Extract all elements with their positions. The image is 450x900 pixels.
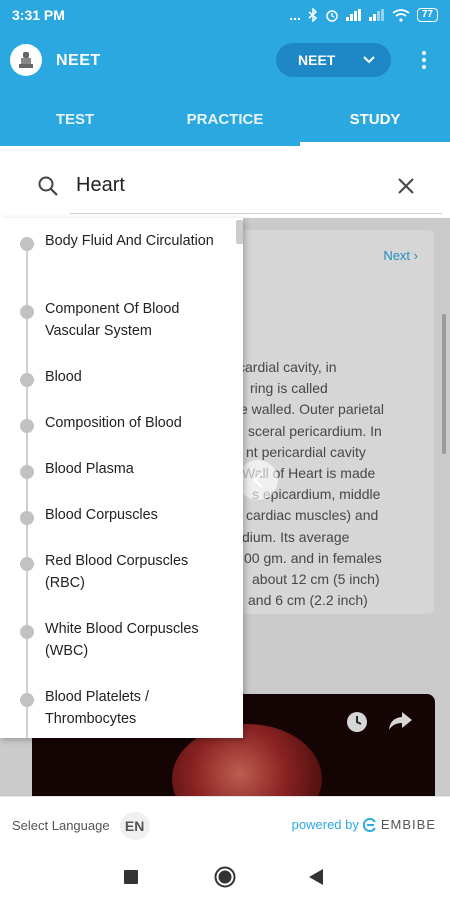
timeline-dot	[20, 237, 34, 251]
system-nav-bar	[0, 854, 450, 900]
home-icon[interactable]	[214, 866, 236, 888]
topic-label: Red Blood Corpuscles (RBC)	[45, 553, 189, 591]
timeline-dot	[20, 373, 34, 387]
app-logo	[10, 44, 42, 76]
language-button[interactable]: EN	[119, 811, 150, 840]
status-icons: ... 77	[289, 7, 438, 23]
topic-label: Body Fluid And Circulation	[45, 233, 214, 249]
embibe-logo-icon	[362, 817, 376, 832]
topic-label: White Blood Corpuscles (WBC)	[45, 621, 199, 659]
tab-practice[interactable]: PRACTICE	[150, 100, 300, 146]
chevron-down-icon	[363, 56, 375, 64]
more-options-icon[interactable]	[414, 48, 434, 72]
alarm-icon	[326, 10, 338, 22]
recents-icon[interactable]	[124, 870, 138, 884]
search-input[interactable]: Heart	[76, 174, 125, 197]
timeline-dot	[20, 557, 34, 571]
status-time: 3:31 PM	[12, 7, 65, 23]
wifi-icon	[392, 8, 410, 22]
timeline-dot	[20, 419, 34, 433]
bluetooth-icon	[308, 8, 317, 22]
cell-signal-icon	[345, 9, 361, 21]
back-icon[interactable]	[308, 868, 324, 886]
topic-label: Blood Plasma	[45, 461, 134, 477]
powered-by: powered by EMBIBE	[292, 817, 436, 832]
search-bar: Heart	[0, 160, 450, 216]
close-icon[interactable]	[396, 176, 416, 196]
topic-label: Composition of Blood	[45, 415, 182, 431]
chevron-left-icon	[253, 472, 263, 488]
app-header: NEET NEET TEST PRACTICE STUDY	[0, 30, 450, 146]
exam-dropdown-value: NEET	[298, 52, 336, 68]
timeline-dot	[20, 625, 34, 639]
topic-label: Blood Platelets / Thrombocytes	[45, 689, 149, 727]
main-tabs: TEST PRACTICE STUDY	[0, 100, 450, 146]
search-icon	[38, 176, 58, 196]
topic-label: Component Of Blood Vascular System	[45, 301, 180, 339]
status-bar: 3:31 PM ... 77	[0, 0, 450, 30]
content-scrollbar[interactable]	[442, 314, 446, 454]
brand-name: EMBIBE	[380, 817, 436, 832]
language-bar: Select Language EN powered by EMBIBE	[0, 796, 450, 854]
tab-study[interactable]: STUDY	[300, 100, 450, 146]
previous-button[interactable]	[238, 460, 278, 500]
timeline-dot	[20, 511, 34, 525]
timeline-dot	[20, 693, 34, 707]
timeline-dot	[20, 465, 34, 479]
exam-dropdown[interactable]: NEET	[276, 43, 391, 77]
cell-signal-2-icon	[368, 9, 384, 21]
battery-icon: 77	[416, 8, 438, 22]
tab-test[interactable]: TEST	[0, 100, 150, 146]
timeline-dot	[20, 305, 34, 319]
notification-dots-icon: ...	[289, 7, 301, 23]
drawer-scrollbar[interactable]	[236, 220, 243, 244]
powered-by-label: powered by	[291, 817, 359, 832]
search-underline	[70, 213, 442, 214]
select-language-label: Select Language	[12, 818, 110, 833]
topic-label: Blood Corpuscles	[45, 507, 158, 523]
topics-drawer: Body Fluid And Circulation Component Of …	[0, 218, 243, 738]
topic-label: Blood	[45, 369, 82, 385]
app-title: NEET	[56, 52, 101, 69]
emblem-icon	[19, 52, 33, 68]
